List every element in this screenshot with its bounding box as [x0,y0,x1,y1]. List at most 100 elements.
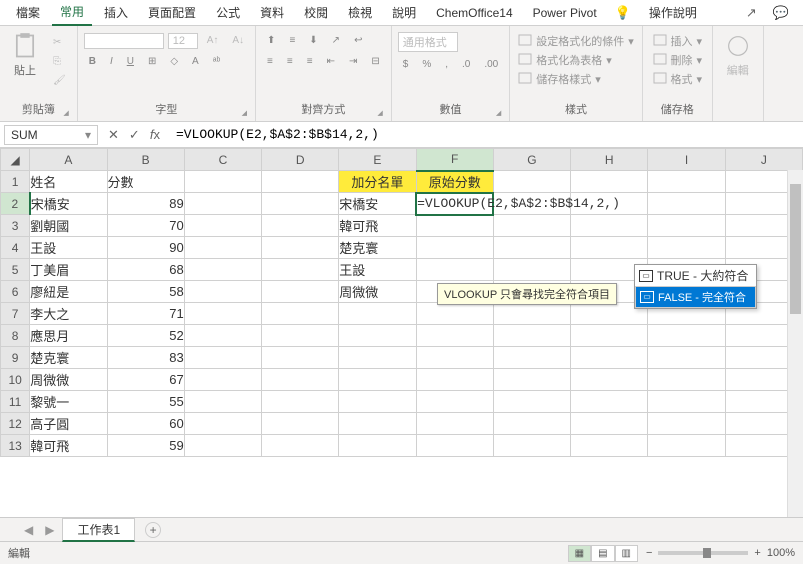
cell[interactable]: 韓可飛 [339,215,416,237]
cell[interactable] [416,369,493,391]
cell[interactable]: 58 [107,281,184,303]
cell[interactable] [648,171,725,193]
cell[interactable] [493,215,570,237]
cell[interactable]: 59 [107,435,184,457]
tab-formulas[interactable]: 公式 [208,0,248,25]
wrap-text-icon[interactable]: ↩ [349,32,367,49]
cell[interactable]: 60 [107,413,184,435]
italic-button[interactable]: I [105,53,118,70]
col-header-H[interactable]: H [571,149,648,171]
cell[interactable]: 宋橋安 [339,193,416,215]
format-painter-icon[interactable]: 🖌 [48,72,71,89]
conditional-format-button[interactable]: 設定格式化的條件▾ [516,32,636,50]
align-center-icon[interactable]: ≡ [282,53,298,70]
currency-icon[interactable]: $ [398,56,414,73]
cell[interactable] [416,413,493,435]
cell[interactable] [262,193,339,215]
cell[interactable] [648,391,725,413]
view-pagelayout-icon[interactable]: ▤ [591,545,614,562]
tab-file[interactable]: 檔案 [8,0,48,25]
format-cells-button[interactable]: 格式▾ [651,70,705,88]
cell[interactable] [416,347,493,369]
font-color-button[interactable]: A [187,53,204,70]
cell[interactable] [262,369,339,391]
percent-icon[interactable]: % [417,56,436,73]
cell[interactable]: 70 [107,215,184,237]
cell[interactable] [184,391,261,413]
cell[interactable] [648,215,725,237]
cell[interactable] [262,171,339,193]
tell-me-text[interactable]: 操作說明 [641,0,705,25]
cell[interactable] [262,303,339,325]
cell[interactable] [648,193,725,215]
cell[interactable]: 71 [107,303,184,325]
tab-chemoffice[interactable]: ChemOffice14 [428,2,520,24]
row-header[interactable]: 8 [1,325,30,347]
underline-button[interactable]: U [122,53,139,70]
sheet-nav-next-icon[interactable]: ▶ [41,523,58,537]
cell[interactable]: 68 [107,259,184,281]
cell[interactable] [184,259,261,281]
edit-button[interactable]: 編輯 [719,32,757,78]
font-family-select[interactable] [84,33,164,49]
col-header-I[interactable]: I [648,149,725,171]
cut-icon[interactable]: ✂ [48,34,71,51]
cell[interactable] [339,369,416,391]
cell[interactable]: 加分名單 [339,171,416,193]
cell[interactable] [648,237,725,259]
cell[interactable] [339,435,416,457]
row-header[interactable]: 3 [1,215,30,237]
sheet-nav-prev-icon[interactable]: ◀ [20,523,37,537]
col-header-G[interactable]: G [493,149,570,171]
vertical-scrollbar[interactable] [787,170,803,517]
cell[interactable]: 黎號一 [30,391,107,413]
tab-help[interactable]: 說明 [384,0,424,25]
cell[interactable] [184,171,261,193]
row-header[interactable]: 2 [1,193,30,215]
cell[interactable]: 52 [107,325,184,347]
col-header-C[interactable]: C [184,149,261,171]
cell[interactable]: 高子圓 [30,413,107,435]
select-all-button[interactable]: ◢ [1,149,30,171]
row-header[interactable]: 9 [1,347,30,369]
delete-cells-button[interactable]: 刪除▾ [651,51,705,69]
cell[interactable] [416,259,493,281]
tab-review[interactable]: 校閱 [296,0,336,25]
cell[interactable] [416,325,493,347]
cell[interactable] [184,435,261,457]
autocomplete-item[interactable]: ▭TRUE - 大約符合 [635,265,756,286]
cell[interactable] [571,391,648,413]
col-header-F[interactable]: F [416,149,493,171]
align-middle-icon[interactable]: ≡ [284,32,300,49]
cell[interactable] [493,435,570,457]
autocomplete-item[interactable]: ▭FALSE - 完全符合 [635,286,756,308]
cell[interactable]: 89 [107,193,184,215]
align-left-icon[interactable]: ≡ [262,53,278,70]
cell[interactable] [262,259,339,281]
cell[interactable]: 劉朝國 [30,215,107,237]
cell[interactable] [262,347,339,369]
cell[interactable] [262,237,339,259]
cell[interactable] [262,435,339,457]
orientation-icon[interactable]: ↗ [327,32,345,49]
row-header[interactable]: 12 [1,413,30,435]
share-icon[interactable]: ↗ [740,3,763,23]
tab-powerpivot[interactable]: Power Pivot [525,2,605,24]
decrease-font-icon[interactable]: A↓ [227,32,249,49]
cell[interactable]: 55 [107,391,184,413]
cell[interactable]: 應思月 [30,325,107,347]
cell[interactable] [184,413,261,435]
col-header-E[interactable]: E [339,149,416,171]
cell[interactable] [493,237,570,259]
add-sheet-button[interactable]: + [145,522,161,538]
cell[interactable] [184,369,261,391]
cell[interactable] [339,391,416,413]
cell[interactable] [416,237,493,259]
cell[interactable] [416,435,493,457]
cell[interactable] [571,347,648,369]
view-normal-icon[interactable]: ▦ [568,545,591,562]
cell-styles-button[interactable]: 儲存格樣式▾ [516,70,603,88]
cell[interactable]: 宋橋安 [30,193,107,215]
cell[interactable] [339,325,416,347]
cell[interactable] [262,325,339,347]
